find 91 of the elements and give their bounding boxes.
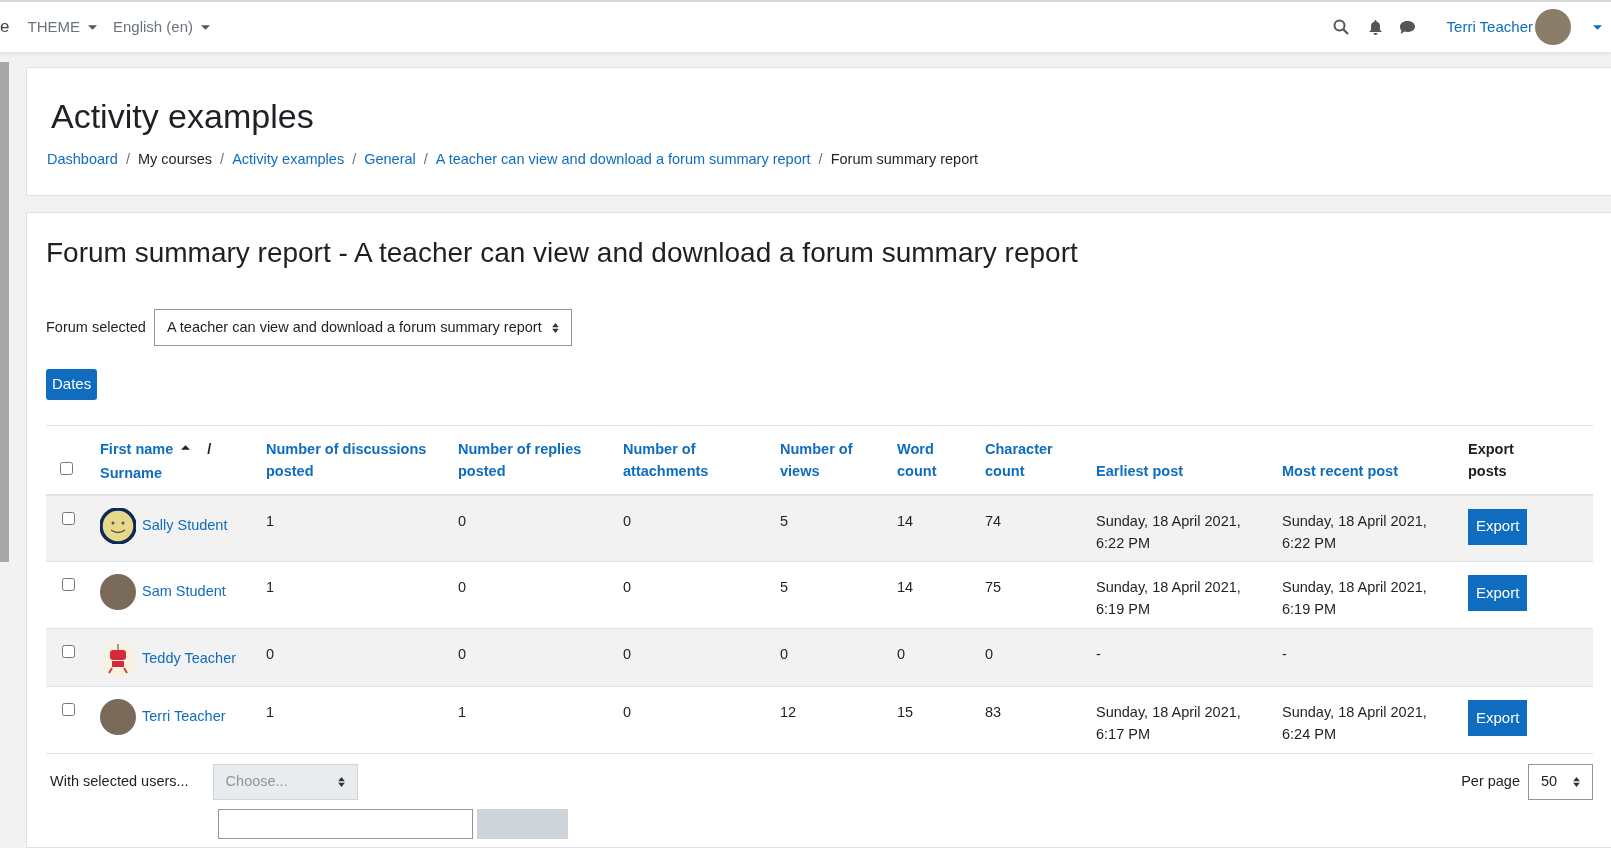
caret-icon [1593,24,1602,30]
table-cell: 0 [623,646,632,662]
table-cell: 0 [458,646,467,662]
column-header-link[interactable]: Most recent post [1282,459,1456,482]
table-cell: Sunday, 18 April 2021, 6:19 PM [1282,579,1427,617]
column-header-link[interactable]: Earliest post [1096,459,1270,482]
breadcrumb-text: Forum summary report [830,150,979,169]
caret-icon [201,24,210,30]
select-all-checkbox[interactable] [60,462,73,476]
user-avatar-photo-placeholder [1535,9,1571,45]
column-header-link[interactable]: Character count [985,437,1084,482]
column-header-link[interactable]: Number of replies posted [458,437,611,482]
table-cell: 75 [985,579,1002,595]
per-page-label: Per page [1461,772,1520,792]
user-name-link[interactable]: Sam Student [142,581,226,603]
breadcrumb-separator: / [423,150,428,169]
breadcrumb-separator: / [220,150,225,169]
table-cell: 74 [985,512,1002,529]
table-cell: 83 [985,704,1002,720]
user-name-link[interactable]: Sally Student [142,514,228,537]
breadcrumb-separator: / [125,150,130,169]
breadcrumb-link[interactable]: General [364,149,416,171]
column-header-link[interactable]: Number of discussions posted [266,437,446,482]
nav-menu[interactable]: THEME [27,15,97,39]
report-title: Forum summary report - A teacher can view and download a forum summary report [46,236,1079,270]
table-cell: 0 [780,646,789,662]
table-cell: 14 [897,512,914,529]
table-cell: 14 [897,579,914,595]
up-down-arrows-icon [1573,777,1580,787]
forum-selected-label: Forum selected [46,317,146,337]
table-cell: Sunday, 18 April 2021, 6:17 PM [1096,704,1241,742]
table-cell: 1 [458,704,467,720]
table-cell: 0 [897,646,906,662]
column-header: Export posts [1468,439,1515,481]
row-checkbox[interactable] [62,703,75,716]
bell-icon[interactable] [1367,19,1383,35]
dates-button[interactable]: Dates [46,369,98,400]
table-cell: - [1096,646,1101,662]
first-name-sort-link[interactable]: First name [100,439,174,461]
table-cell: 1 [266,704,275,720]
breadcrumb-link[interactable]: Activity examples [232,149,345,171]
table-cell: 5 [780,579,789,595]
site-name[interactable]: e [0,14,10,40]
breadcrumb-link[interactable]: Dashboard [47,149,118,171]
table-cell: 1 [266,579,275,595]
breadcrumb-link[interactable]: A teacher can view and download a forum summary report [435,149,811,171]
per-page-select[interactable]: 50 [1528,764,1593,800]
table-cell: 0 [266,646,275,662]
table-cell: 15 [897,704,914,720]
breadcrumb-separator: / [352,150,357,169]
table-cell: - [1282,646,1287,662]
forum-select[interactable]: A teacher can view and download a forum summary report [153,309,572,346]
export-button[interactable]: Export [1468,700,1528,736]
surname-sort-link[interactable]: Surname [100,462,266,485]
table-cell: 12 [780,704,797,720]
column-header-link[interactable]: Word count [897,437,973,482]
export-button[interactable]: Export [1468,575,1528,611]
column-header-link[interactable]: Number of attachments [623,437,768,482]
breadcrumb-separator: / [818,150,823,169]
row-checkbox[interactable] [62,578,75,591]
user-menu[interactable]: Terri Teacher [1446,9,1571,45]
table-cell: 5 [780,512,789,529]
up-down-arrows-icon [337,777,345,787]
search-icon[interactable] [1332,19,1349,35]
table-cell: 0 [985,646,994,662]
user-name-link[interactable]: Terri Teacher [142,706,226,728]
column-header-link[interactable]: Number of views [780,437,885,482]
table-cell: 1 [266,512,275,529]
table-cell: 0 [623,512,632,529]
nav-menu[interactable]: English (en) [112,15,210,39]
page-title: Activity examples [51,96,315,136]
input-field[interactable] [218,809,473,839]
bulk-action-label: With selected users... [50,772,189,792]
name-separator: / [207,440,212,459]
export-button[interactable]: Export [1468,508,1528,545]
user-name-link[interactable]: Teddy Teacher [142,648,237,670]
row-checkbox[interactable] [62,645,75,658]
table-cell: 0 [623,704,632,720]
table-cell: Sunday, 18 April 2021, 6:19 PM [1096,579,1241,617]
scrollbar-thumb[interactable] [0,62,9,562]
row-checkbox[interactable] [62,511,75,525]
up-down-arrows-icon [551,322,559,333]
table-cell: Sunday, 18 April 2021, 6:24 PM [1282,704,1427,742]
table-cell: 0 [623,579,632,595]
table-cell: 0 [458,512,467,529]
table-cell: Sunday, 18 April 2021, 6:22 PM [1096,512,1241,551]
breadcrumb-text: My courses [137,150,213,169]
table-cell: Sunday, 18 April 2021, 6:22 PM [1282,512,1427,551]
caret-icon [87,24,97,30]
table-cell: 0 [458,579,467,595]
chat-bubble-icon[interactable] [1398,19,1416,35]
